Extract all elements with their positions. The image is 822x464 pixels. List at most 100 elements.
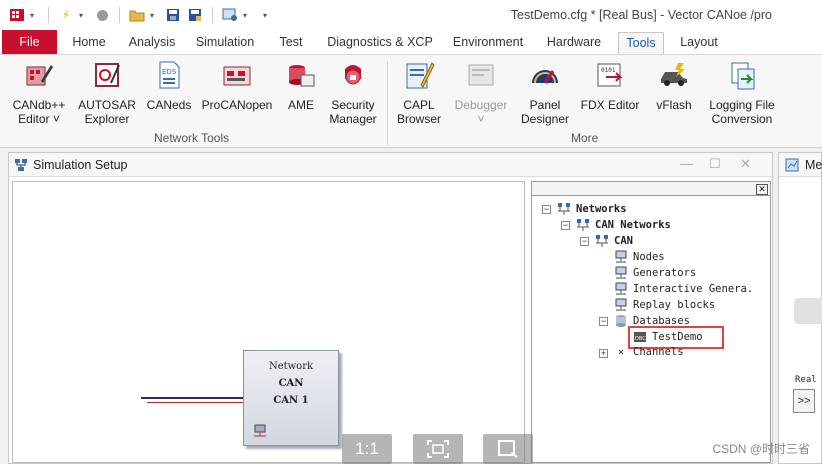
fdx-editor-button[interactable]: 0101 FDX Editor: [578, 59, 642, 112]
export-view-button[interactable]: [483, 434, 533, 464]
measurement-window-header: Me: [779, 153, 822, 177]
close-icon[interactable]: ✕: [756, 184, 768, 195]
tree-label: Interactive Genera.: [633, 283, 754, 295]
autosar-icon: [95, 63, 120, 87]
tab-tools[interactable]: Tools: [618, 32, 664, 54]
bus-line-red[interactable]: [147, 402, 245, 403]
ame-button[interactable]: AME: [282, 59, 320, 112]
chevron-down-icon[interactable]: ▾: [243, 11, 253, 20]
tab-diagnostics-xcp[interactable]: Diagnostics & XCP: [322, 32, 438, 54]
save-icon[interactable]: [164, 6, 182, 24]
app-icon[interactable]: [8, 6, 26, 24]
panel-designer-button[interactable]: Panel Designer: [518, 59, 572, 126]
tree-item-networks[interactable]: Networks: [557, 202, 627, 216]
measurement-window-icon: [785, 158, 799, 172]
debugger-label: Debugger: [454, 98, 508, 112]
security-manager-button[interactable]: Security Manager: [324, 59, 382, 126]
channels-icon: ×: [617, 346, 625, 358]
group-separator: [387, 61, 388, 145]
network-block[interactable]: Network CAN CAN 1: [243, 350, 339, 446]
expand-button[interactable]: >>: [793, 389, 815, 413]
chevron-down-icon[interactable]: ▾: [79, 11, 89, 20]
layout-icon[interactable]: [221, 6, 239, 24]
logging-label-2: Conversion: [711, 112, 773, 126]
vflash-label: vFlash: [656, 98, 692, 112]
stop-icon[interactable]: [93, 6, 111, 24]
debugger-icon: [468, 64, 494, 86]
tree-item-replay-blocks[interactable]: Replay blocks: [614, 298, 715, 312]
security-label: Security: [331, 98, 375, 112]
tab-environment[interactable]: Environment: [448, 32, 528, 54]
tab-hardware[interactable]: Hardware: [540, 32, 608, 54]
network-node-icon: [254, 424, 266, 437]
ame-label: AME: [287, 98, 314, 112]
network-tree-pane: ✕ − Networks − CAN Networks − CAN Nodes …: [531, 181, 771, 463]
tree-item-can-networks[interactable]: CAN Networks: [576, 218, 671, 232]
maximize-icon[interactable]: ☐: [709, 156, 721, 172]
capl-icon: [406, 62, 435, 89]
window-title: TestDemo.cfg * [Real Bus] - Vector CANoe…: [510, 8, 772, 22]
tab-file[interactable]: File: [2, 30, 57, 54]
caneds-icon: EDS: [159, 61, 180, 89]
ame-icon: [289, 65, 315, 87]
network-icon: [577, 219, 589, 231]
ribbon-tabs: File Home Analysis Simulation Test Diagn…: [0, 30, 822, 54]
title-bar: ▾ ⚡ ▾ ▾ ▾ ▾ TestDemo.cfg * [Real Bus] - …: [0, 0, 822, 30]
candb-editor-button[interactable]: CANdb++ Editor ˅: [6, 59, 72, 126]
collapse-icon[interactable]: −: [561, 221, 570, 230]
tree-item-channels[interactable]: × Channels: [614, 346, 684, 358]
expand-icon[interactable]: +: [599, 349, 608, 358]
real-bus-label: Real: [795, 375, 817, 385]
procanopen-button[interactable]: ProCANopen: [198, 59, 276, 112]
fit-icon: [427, 440, 449, 458]
vflash-button[interactable]: vFlash: [652, 59, 696, 112]
network-block-bus: CAN: [278, 378, 304, 389]
save-as-icon[interactable]: [186, 6, 204, 24]
logging-file-conversion-button[interactable]: Logging File Conversion: [704, 59, 780, 126]
simulation-setup-header: Simulation Setup — ☐ ✕: [9, 153, 772, 177]
chevron-down-icon[interactable]: ▾: [30, 11, 40, 20]
collapse-icon[interactable]: −: [542, 205, 551, 214]
fit-to-window-button[interactable]: [413, 434, 463, 464]
tab-layout[interactable]: Layout: [674, 32, 724, 54]
autosar-label-2: Explorer: [84, 112, 130, 126]
chevron-down-icon[interactable]: ▾: [150, 11, 160, 20]
tab-test[interactable]: Test: [272, 32, 310, 54]
ribbon: CANdb++ Editor ˅ AUTOSAR Explorer EDS CA…: [0, 54, 822, 148]
security-label-2: Manager: [329, 112, 377, 126]
tree-label: CAN: [614, 235, 633, 247]
window-title: Simulation Setup: [33, 158, 128, 172]
minimize-icon[interactable]: —: [680, 156, 693, 171]
caneds-button[interactable]: EDS CANeds: [144, 59, 194, 112]
node-icon: [615, 266, 627, 279]
debugger-label-2: ˅: [477, 112, 485, 126]
tab-simulation[interactable]: Simulation: [192, 32, 258, 54]
lightning-icon[interactable]: ⚡: [57, 6, 75, 24]
tab-analysis[interactable]: Analysis: [124, 32, 180, 54]
tree-label: Replay blocks: [633, 299, 716, 311]
close-icon[interactable]: ✕: [740, 156, 751, 172]
candb-editor-label-2: Editor ˅: [18, 112, 60, 126]
autosar-explorer-button[interactable]: AUTOSAR Explorer: [76, 59, 138, 126]
separator: [48, 7, 49, 23]
zoom-1-1-button[interactable]: 1:1: [342, 434, 392, 464]
tree-label: Channels: [633, 346, 684, 358]
open-folder-icon[interactable]: [128, 6, 146, 24]
tree-item-generators[interactable]: Generators: [614, 266, 696, 280]
bus-line[interactable]: [141, 397, 245, 399]
procanopen-icon: [223, 66, 251, 86]
capl-browser-button[interactable]: CAPL Browser: [394, 59, 444, 126]
tree-item-interactive-generators[interactable]: Interactive Genera.: [614, 282, 753, 296]
watermark: CSDN @时时三省: [712, 442, 810, 456]
debugger-button[interactable]: Debugger ˅: [450, 59, 512, 126]
simulation-canvas[interactable]: Network CAN CAN 1: [12, 181, 525, 463]
customize-toolbar-icon[interactable]: ▾: [263, 11, 273, 20]
tab-home[interactable]: Home: [66, 32, 112, 54]
tree-item-can[interactable]: CAN: [595, 234, 633, 248]
tree-item-nodes[interactable]: Nodes: [614, 250, 665, 264]
caneds-label: CANeds: [146, 98, 192, 112]
autosar-label: AUTOSAR: [78, 98, 136, 112]
candb-icon: [26, 65, 53, 86]
collapse-icon[interactable]: −: [580, 237, 589, 246]
collapse-icon[interactable]: −: [599, 317, 608, 326]
